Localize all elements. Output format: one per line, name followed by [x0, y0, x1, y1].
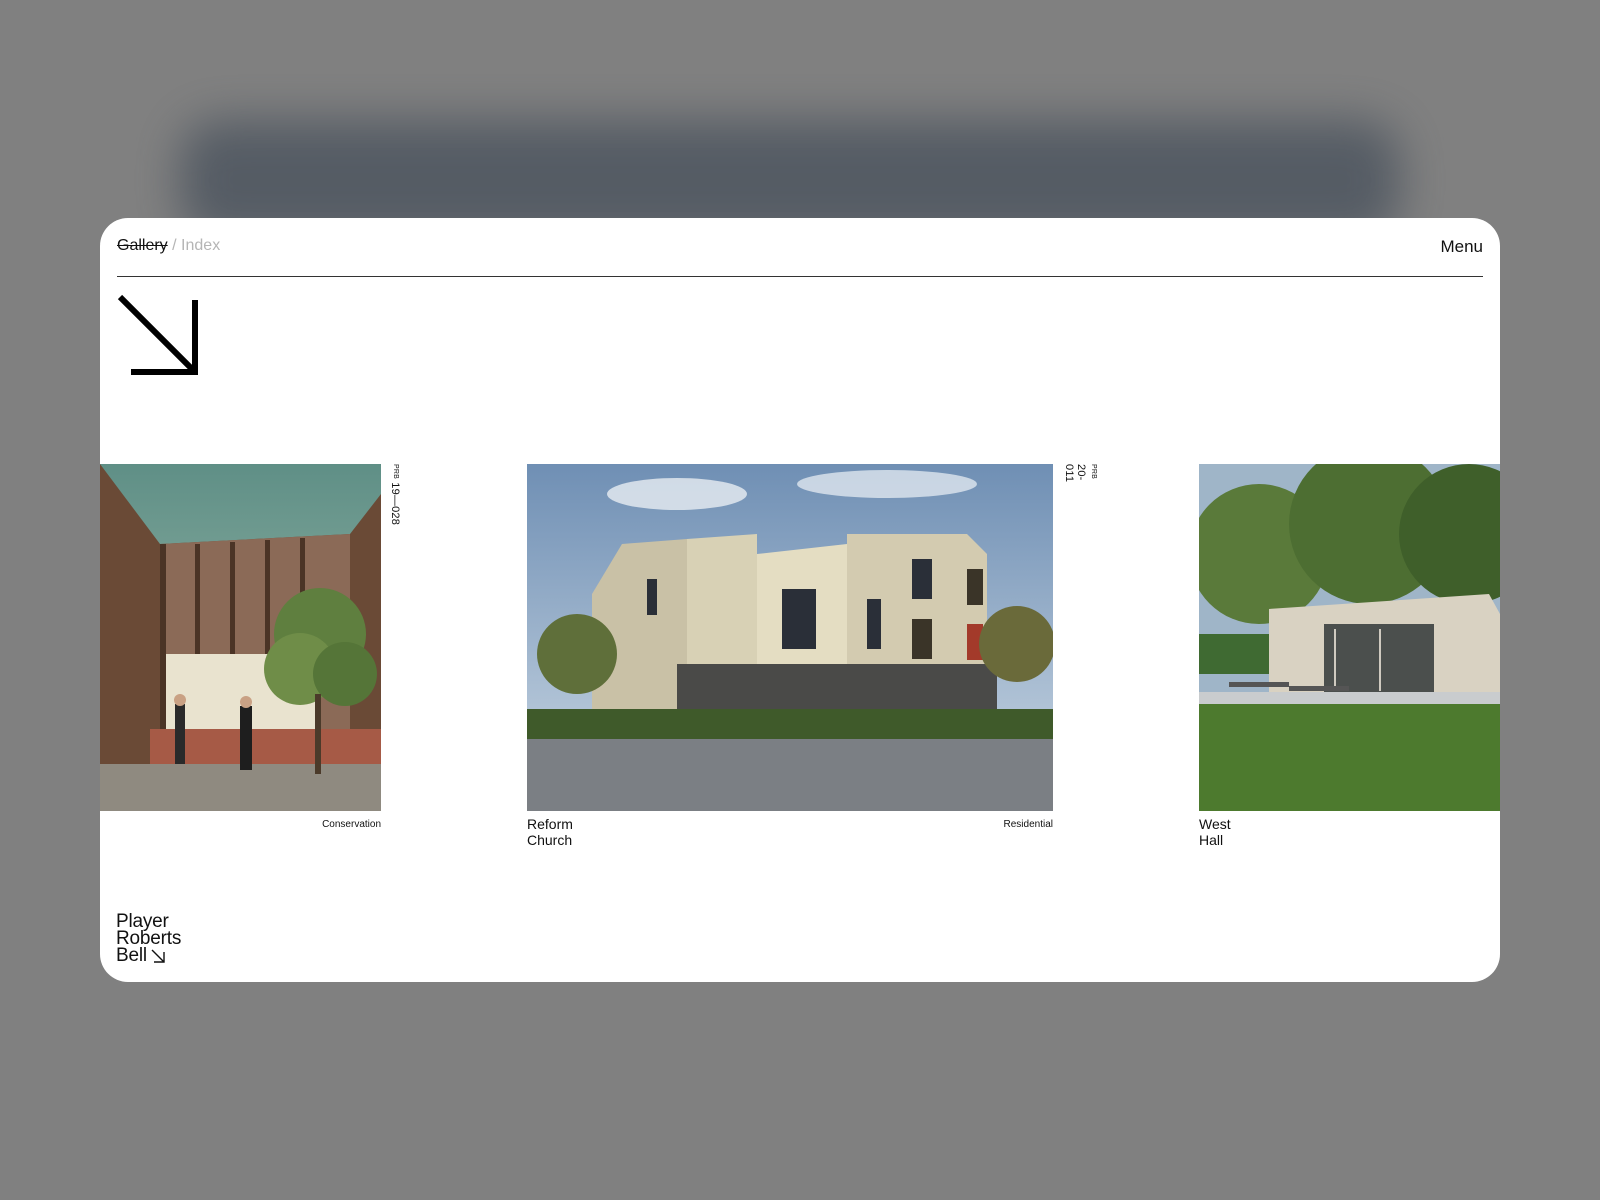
project-image[interactable] [1199, 464, 1500, 811]
gallery-window: Gallery / Index Menu PRB 19—028 Conserva… [100, 218, 1500, 982]
project-code: PRB 20-011 [1063, 464, 1097, 483]
project-image[interactable] [100, 464, 381, 811]
project-name[interactable]: Reform Church [527, 816, 573, 848]
gallery-link[interactable]: Gallery [117, 237, 168, 254]
brand-logo[interactable]: Player Roberts Bell [116, 912, 181, 965]
breadcrumb-separator: / [172, 237, 177, 254]
project-card[interactable]: PRB 19—028 Conservation [100, 464, 401, 830]
project-name[interactable]: West Hall [1199, 816, 1231, 848]
index-link[interactable]: Index [181, 237, 220, 254]
project-category: Conservation [322, 819, 381, 830]
arrow-down-right-icon [117, 294, 198, 375]
project-code: PRB 19—028 [389, 464, 401, 526]
breadcrumb: Gallery / Index [117, 237, 220, 255]
menu-button[interactable]: Menu [1440, 237, 1483, 257]
top-bar: Gallery / Index Menu [117, 218, 1483, 277]
arrow-down-right-icon [151, 949, 165, 963]
project-category: Residential [1003, 819, 1053, 830]
project-image[interactable] [527, 464, 1053, 811]
